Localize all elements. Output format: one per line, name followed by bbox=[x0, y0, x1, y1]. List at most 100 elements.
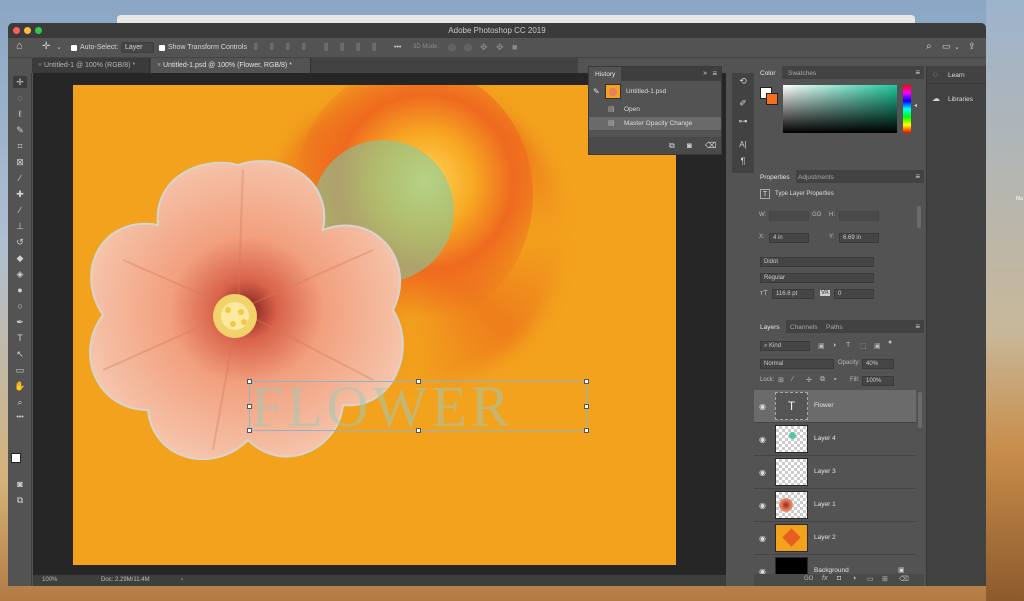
width-field[interactable] bbox=[769, 211, 809, 221]
eyedropper-tool-icon[interactable]: ⁄ bbox=[13, 172, 27, 184]
libraries-button[interactable]: ☁ Libraries bbox=[927, 90, 986, 108]
lasso-tool-icon[interactable]: ℓ bbox=[13, 108, 27, 120]
blend-mode-dropdown[interactable]: Normal bbox=[760, 359, 834, 369]
filter-type-icon[interactable]: T bbox=[846, 342, 850, 349]
layer-name[interactable]: Layer 2 bbox=[814, 534, 836, 541]
transform-bounding-box[interactable] bbox=[247, 379, 589, 433]
layer-row[interactable]: ◉ Layer 1 bbox=[754, 489, 916, 522]
search-icon[interactable]: ⌕ bbox=[926, 42, 932, 52]
transform-handle[interactable] bbox=[584, 379, 589, 384]
layer-row[interactable]: ◉ T Flower bbox=[754, 390, 916, 423]
adjustments-icon[interactable]: ⊶ bbox=[736, 115, 750, 127]
tab-adjustments[interactable]: Adjustments bbox=[792, 170, 840, 184]
lock-position-icon[interactable]: ✛ bbox=[806, 376, 812, 384]
link-icon[interactable]: GO bbox=[812, 212, 821, 218]
y-field[interactable]: 6.69 in bbox=[839, 233, 879, 243]
align-top-icon[interactable]: ⫴ bbox=[302, 43, 306, 52]
distribute-2-icon[interactable]: ⫼ bbox=[340, 43, 344, 52]
layer-name[interactable]: Background bbox=[814, 567, 849, 574]
history-brush-source-icon[interactable]: ✎ bbox=[593, 87, 600, 96]
layer-name[interactable]: Layer 3 bbox=[814, 468, 836, 475]
visibility-eye-icon[interactable]: ◉ bbox=[759, 534, 766, 543]
height-field[interactable] bbox=[839, 211, 879, 221]
hand-tool-icon[interactable]: ✋ bbox=[13, 380, 27, 392]
dodge-tool-icon[interactable]: ○ bbox=[13, 300, 27, 312]
distribute-3-icon[interactable]: ⫼ bbox=[356, 43, 360, 52]
font-family-dropdown[interactable]: Didot bbox=[760, 257, 874, 267]
transform-handle[interactable] bbox=[416, 379, 421, 384]
layers-scrollbar[interactable] bbox=[918, 392, 922, 428]
distribute-4-icon[interactable]: ⫼ bbox=[372, 43, 376, 52]
visibility-eye-icon[interactable]: ◉ bbox=[759, 501, 766, 510]
crop-tool-icon[interactable]: ⌗ bbox=[13, 140, 27, 152]
auto-select-checkbox[interactable] bbox=[71, 45, 77, 51]
pen-tool-icon[interactable]: ✒ bbox=[13, 316, 27, 328]
healing-brush-tool-icon[interactable]: ✚ bbox=[13, 188, 27, 200]
layer-row[interactable]: ◉ Layer 4 bbox=[754, 423, 916, 456]
x-field[interactable]: 4 in bbox=[769, 233, 809, 243]
foreground-color-swatch[interactable] bbox=[11, 453, 21, 463]
layer-filter-kind-dropdown[interactable]: ⌕ Kind bbox=[760, 341, 810, 351]
move-tool-icon[interactable]: ✛ bbox=[42, 42, 50, 52]
new-layer-icon[interactable]: ⊞ bbox=[882, 575, 888, 583]
align-left-icon[interactable]: ⫴ bbox=[254, 43, 258, 52]
more-options-icon[interactable]: ••• bbox=[394, 43, 401, 52]
3d-pan-icon[interactable]: ✥ bbox=[480, 43, 488, 52]
auto-select-dropdown[interactable]: Layer bbox=[121, 42, 154, 53]
layer-row[interactable]: ◉ Layer 2 bbox=[754, 522, 916, 555]
learn-button[interactable]: ◌ Learn bbox=[927, 66, 986, 84]
tab-history[interactable]: History bbox=[589, 67, 622, 81]
font-style-dropdown[interactable]: Regular bbox=[760, 273, 874, 283]
lock-transparent-icon[interactable]: ⊞ bbox=[778, 376, 784, 384]
panel-menu-icon[interactable]: ≡ bbox=[915, 322, 920, 331]
character-panel-icon[interactable]: A| bbox=[736, 139, 750, 151]
3d-scale-icon[interactable]: ■ bbox=[512, 43, 517, 52]
tab-untitled-1[interactable]: × Untitled-1 @ 100% (RGB/8) * bbox=[32, 58, 150, 73]
panel-menu-icon[interactable]: ≡ bbox=[915, 172, 920, 181]
transform-handle[interactable] bbox=[416, 428, 421, 433]
lock-image-icon[interactable]: ⁄ bbox=[792, 376, 793, 383]
background-color-swatch[interactable] bbox=[766, 93, 778, 105]
3d-slide-icon[interactable]: ✥ bbox=[496, 43, 504, 52]
workspace-icon[interactable]: ▭ bbox=[942, 42, 951, 51]
tab-paths[interactable]: Paths bbox=[820, 320, 849, 334]
tab-swatches[interactable]: Swatches bbox=[782, 66, 822, 80]
3d-rotate-icon[interactable]: ◎ bbox=[448, 43, 456, 52]
lock-all-icon[interactable]: ▪ bbox=[834, 376, 836, 383]
transform-handle[interactable] bbox=[584, 428, 589, 433]
marquee-tool-icon[interactable]: ◌ bbox=[13, 92, 27, 104]
history-item[interactable]: ▤ Open bbox=[589, 103, 721, 116]
properties-scrollbar[interactable] bbox=[917, 206, 921, 228]
visibility-eye-icon[interactable]: ◉ bbox=[759, 435, 766, 444]
show-transform-checkbox[interactable] bbox=[159, 45, 165, 51]
visibility-eye-icon[interactable]: ◉ bbox=[759, 468, 766, 477]
add-mask-icon[interactable]: ◘ bbox=[837, 575, 841, 582]
tab-layers[interactable]: Layers bbox=[754, 320, 786, 334]
lock-artboard-icon[interactable]: ⧉ bbox=[820, 376, 825, 384]
blur-tool-icon[interactable]: ● bbox=[13, 284, 27, 296]
history-panel-icon[interactable]: ⟲ bbox=[736, 75, 750, 87]
filter-pixel-icon[interactable]: ▣ bbox=[818, 342, 825, 350]
path-select-tool-icon[interactable]: ↖ bbox=[13, 348, 27, 360]
new-document-icon[interactable]: ⧉ bbox=[669, 141, 675, 151]
paragraph-panel-icon[interactable]: ¶ bbox=[736, 155, 750, 167]
filter-shape-icon[interactable]: ⬚ bbox=[860, 342, 867, 350]
screen-mode-icon[interactable]: ⧉ bbox=[13, 494, 27, 506]
paint-bucket-tool-icon[interactable]: ◈ bbox=[13, 268, 27, 280]
clone-stamp-tool-icon[interactable]: ⊥ bbox=[13, 220, 27, 232]
trash-icon[interactable]: ⌫ bbox=[705, 141, 716, 150]
align-center-icon[interactable]: ⫴ bbox=[270, 43, 274, 52]
new-group-icon[interactable]: ▭ bbox=[867, 575, 874, 583]
eraser-tool-icon[interactable]: ◆ bbox=[13, 252, 27, 264]
transform-handle[interactable] bbox=[584, 404, 589, 409]
type-tool-icon[interactable]: T bbox=[13, 332, 27, 344]
brush-tool-icon[interactable]: ⁄ bbox=[13, 204, 27, 216]
workspace-chevron-icon[interactable]: ⌄ bbox=[954, 43, 960, 52]
quick-select-tool-icon[interactable]: ✎ bbox=[13, 124, 27, 136]
share-icon[interactable]: ⇪ bbox=[968, 42, 976, 51]
zoom-tool-icon[interactable]: ⌕ bbox=[13, 396, 27, 408]
layer-row[interactable]: ◉ Layer 3 bbox=[754, 456, 916, 489]
hue-slider[interactable] bbox=[903, 85, 911, 133]
transform-handle[interactable] bbox=[247, 379, 252, 384]
filter-smart-object-icon[interactable]: ▣ bbox=[874, 342, 881, 350]
